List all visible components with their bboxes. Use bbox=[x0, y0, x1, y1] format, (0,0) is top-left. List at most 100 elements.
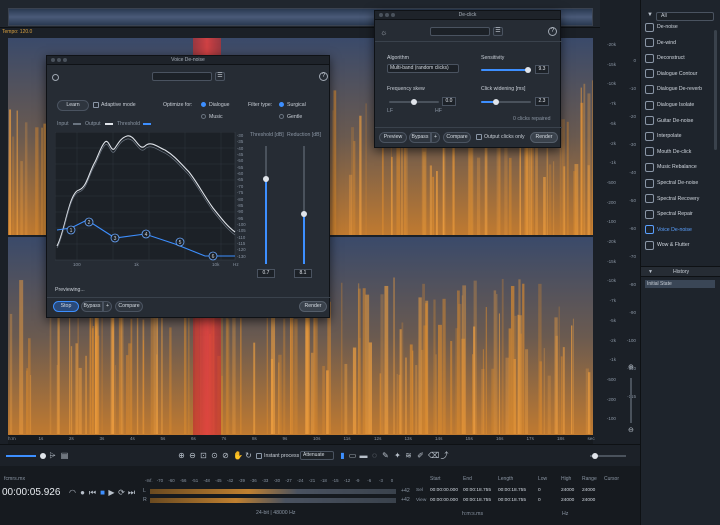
presets-menu-icon[interactable]: ☰ bbox=[215, 72, 225, 81]
vertical-zoom-slider[interactable] bbox=[630, 378, 632, 423]
threshold-node[interactable]: 2 bbox=[84, 217, 94, 227]
optimize-dialogue-radio[interactable] bbox=[201, 102, 206, 107]
zoom-slider-knob[interactable] bbox=[40, 453, 46, 459]
selection-cell-low[interactable]: 0 bbox=[538, 488, 541, 493]
sidebar-item-spectral-de-noise[interactable]: Spectral De-noise bbox=[645, 176, 715, 190]
harmonic-icon[interactable]: ≋ bbox=[404, 451, 413, 460]
sensitivity-value[interactable]: 9.3 bbox=[535, 65, 549, 74]
selection-cell-length[interactable]: 00:00:18.755 bbox=[498, 488, 526, 493]
loop-icon[interactable]: ⟳ bbox=[117, 488, 126, 497]
brush-icon[interactable]: ✎ bbox=[381, 451, 390, 460]
selection-cell-length[interactable]: 00:00:18.755 bbox=[498, 498, 526, 503]
sidebar-item-music-rebalance[interactable]: Music Rebalance bbox=[645, 160, 715, 174]
sidebar-item-wow-flutter[interactable]: Wow & Flutter bbox=[645, 238, 715, 252]
threshold-value[interactable]: 0.7 bbox=[257, 269, 275, 278]
click-widening-value[interactable]: 2.3 bbox=[535, 97, 549, 106]
zoom-out-icon[interactable]: ⊖ bbox=[188, 451, 197, 460]
refresh-icon[interactable]: ↻ bbox=[244, 451, 253, 460]
stop-button[interactable]: Stop bbox=[53, 301, 79, 312]
record-icon[interactable]: ● bbox=[78, 488, 87, 497]
stop-icon[interactable]: ■ bbox=[98, 488, 107, 497]
threshold-node[interactable]: 6 bbox=[208, 251, 218, 261]
sensitivity-slider[interactable] bbox=[481, 67, 531, 73]
colormap-slider-knob[interactable] bbox=[592, 453, 598, 459]
help-icon[interactable]: ? bbox=[319, 72, 328, 81]
sidebar-item-spectral-repair[interactable]: Spectral Repair bbox=[645, 207, 715, 221]
selection-cell-end[interactable]: 00:00:18.755 bbox=[463, 498, 491, 503]
preset-dropdown[interactable] bbox=[152, 72, 212, 81]
optimize-music-radio[interactable] bbox=[201, 114, 206, 119]
gear-icon[interactable] bbox=[52, 74, 59, 81]
compare-button[interactable]: Compare bbox=[443, 132, 471, 143]
sidebar-item-spectral-recovery[interactable]: Spectral Recovery bbox=[645, 192, 715, 206]
selection-cell-start[interactable]: 00:00:00.000 bbox=[430, 488, 458, 493]
filter-surgical-radio[interactable] bbox=[279, 102, 284, 107]
bypass-add-button[interactable]: + bbox=[431, 132, 440, 143]
hand-icon[interactable]: ✋ bbox=[233, 451, 243, 460]
frequency-selection-icon[interactable]: ▬ bbox=[359, 451, 368, 460]
selection-cell-high[interactable]: 24000 bbox=[561, 488, 574, 493]
selection-cell-high[interactable]: 24000 bbox=[561, 498, 574, 503]
threshold-node[interactable]: 4 bbox=[141, 229, 151, 239]
click-widening-slider[interactable] bbox=[481, 99, 531, 105]
zoom-slider[interactable] bbox=[6, 455, 36, 457]
zoom-in-icon[interactable]: ⊕ bbox=[628, 363, 634, 371]
threshold-node[interactable]: 5 bbox=[175, 237, 185, 247]
collapse-icon[interactable]: ▼ bbox=[647, 12, 653, 18]
filter-gentle-radio[interactable] bbox=[279, 114, 284, 119]
compare-button[interactable]: Compare bbox=[115, 301, 143, 312]
curve-icon[interactable]: ⤴ bbox=[440, 451, 449, 460]
selection-cell-low[interactable]: 0 bbox=[538, 498, 541, 503]
history-item[interactable]: Initial State bbox=[645, 280, 715, 288]
bypass-button[interactable]: Bypass bbox=[409, 132, 431, 143]
waveform-icon[interactable]: ⩥ bbox=[48, 451, 57, 460]
list-icon[interactable]: ▤ bbox=[60, 451, 69, 460]
noise-profile-graph[interactable]: 1 2 3 4 5 6 bbox=[55, 132, 241, 268]
learn-button[interactable]: Learn bbox=[57, 100, 89, 111]
render-button[interactable]: Render bbox=[530, 132, 558, 143]
sidebar-item-mouth-de-click[interactable]: Mouth De-click bbox=[645, 145, 715, 159]
sidebar-item-dialogue-contour[interactable]: Dialogue Contour bbox=[645, 67, 715, 81]
sidebar-item-de-wind[interactable]: De-wind bbox=[645, 36, 715, 50]
eraser-icon[interactable]: ⌫ bbox=[428, 451, 439, 460]
zoom-in-icon[interactable]: ⊕ bbox=[177, 451, 186, 460]
skip-start-icon[interactable]: ⏮ bbox=[88, 488, 97, 497]
selection-cell-start[interactable]: 00:00:00.000 bbox=[430, 498, 458, 503]
threshold-node[interactable]: 1 bbox=[66, 225, 76, 235]
sun-icon[interactable]: ☼ bbox=[380, 28, 387, 37]
sidebar-item-guitar-de-noise[interactable]: Guitar De-noise bbox=[645, 114, 715, 128]
adaptive-mode-checkbox[interactable] bbox=[93, 102, 99, 108]
window-controls[interactable] bbox=[51, 58, 67, 62]
zoom-out-icon[interactable]: ⊖ bbox=[628, 426, 634, 434]
wand-icon[interactable]: ✦ bbox=[393, 451, 402, 460]
frequency-skew-value[interactable]: 0.0 bbox=[442, 97, 456, 106]
presets-menu-icon[interactable]: ☰ bbox=[493, 27, 503, 36]
pencil-icon[interactable]: ✐ bbox=[416, 451, 425, 460]
window-controls[interactable] bbox=[379, 13, 395, 17]
sidebar-item-interpolate[interactable]: Interpolate bbox=[645, 129, 715, 143]
render-button[interactable]: Render bbox=[299, 301, 327, 312]
lasso-icon[interactable]: ◌ bbox=[370, 451, 379, 460]
algorithm-dropdown[interactable]: Multi-band (random clicks) bbox=[387, 64, 459, 73]
zoom-time-icon[interactable]: ⊘ bbox=[221, 451, 230, 460]
time-selection-icon[interactable]: ▭ bbox=[348, 451, 357, 460]
selection-cell-range[interactable]: 24000 bbox=[582, 488, 595, 493]
preview-button[interactable]: Preview bbox=[379, 132, 407, 143]
help-icon[interactable]: ? bbox=[548, 27, 557, 36]
bypass-add-button[interactable]: + bbox=[103, 301, 112, 312]
selection-cell-end[interactable]: 00:00:18.755 bbox=[463, 488, 491, 493]
headphones-icon[interactable]: ◠ bbox=[68, 488, 77, 497]
sidebar-item-dialogue-isolate[interactable]: Dialogue Isolate bbox=[645, 98, 715, 112]
reduction-slider[interactable] bbox=[301, 146, 307, 264]
zoom-selection-icon[interactable]: ⊡ bbox=[199, 451, 208, 460]
instant-process-checkbox[interactable] bbox=[256, 453, 262, 459]
bypass-button[interactable]: Bypass bbox=[81, 301, 103, 312]
sidebar-scrollbar[interactable] bbox=[714, 30, 717, 150]
sidebar-item-de-noise[interactable]: De-noise bbox=[645, 20, 715, 34]
output-clicks-only-checkbox[interactable] bbox=[476, 134, 482, 140]
frequency-skew-slider[interactable] bbox=[389, 99, 439, 105]
reduction-value[interactable]: 8.1 bbox=[294, 269, 312, 278]
zoom-fit-icon[interactable]: ⊙ bbox=[210, 451, 219, 460]
threshold-node[interactable]: 3 bbox=[110, 233, 120, 243]
history-header[interactable]: ▼ History bbox=[641, 266, 720, 277]
